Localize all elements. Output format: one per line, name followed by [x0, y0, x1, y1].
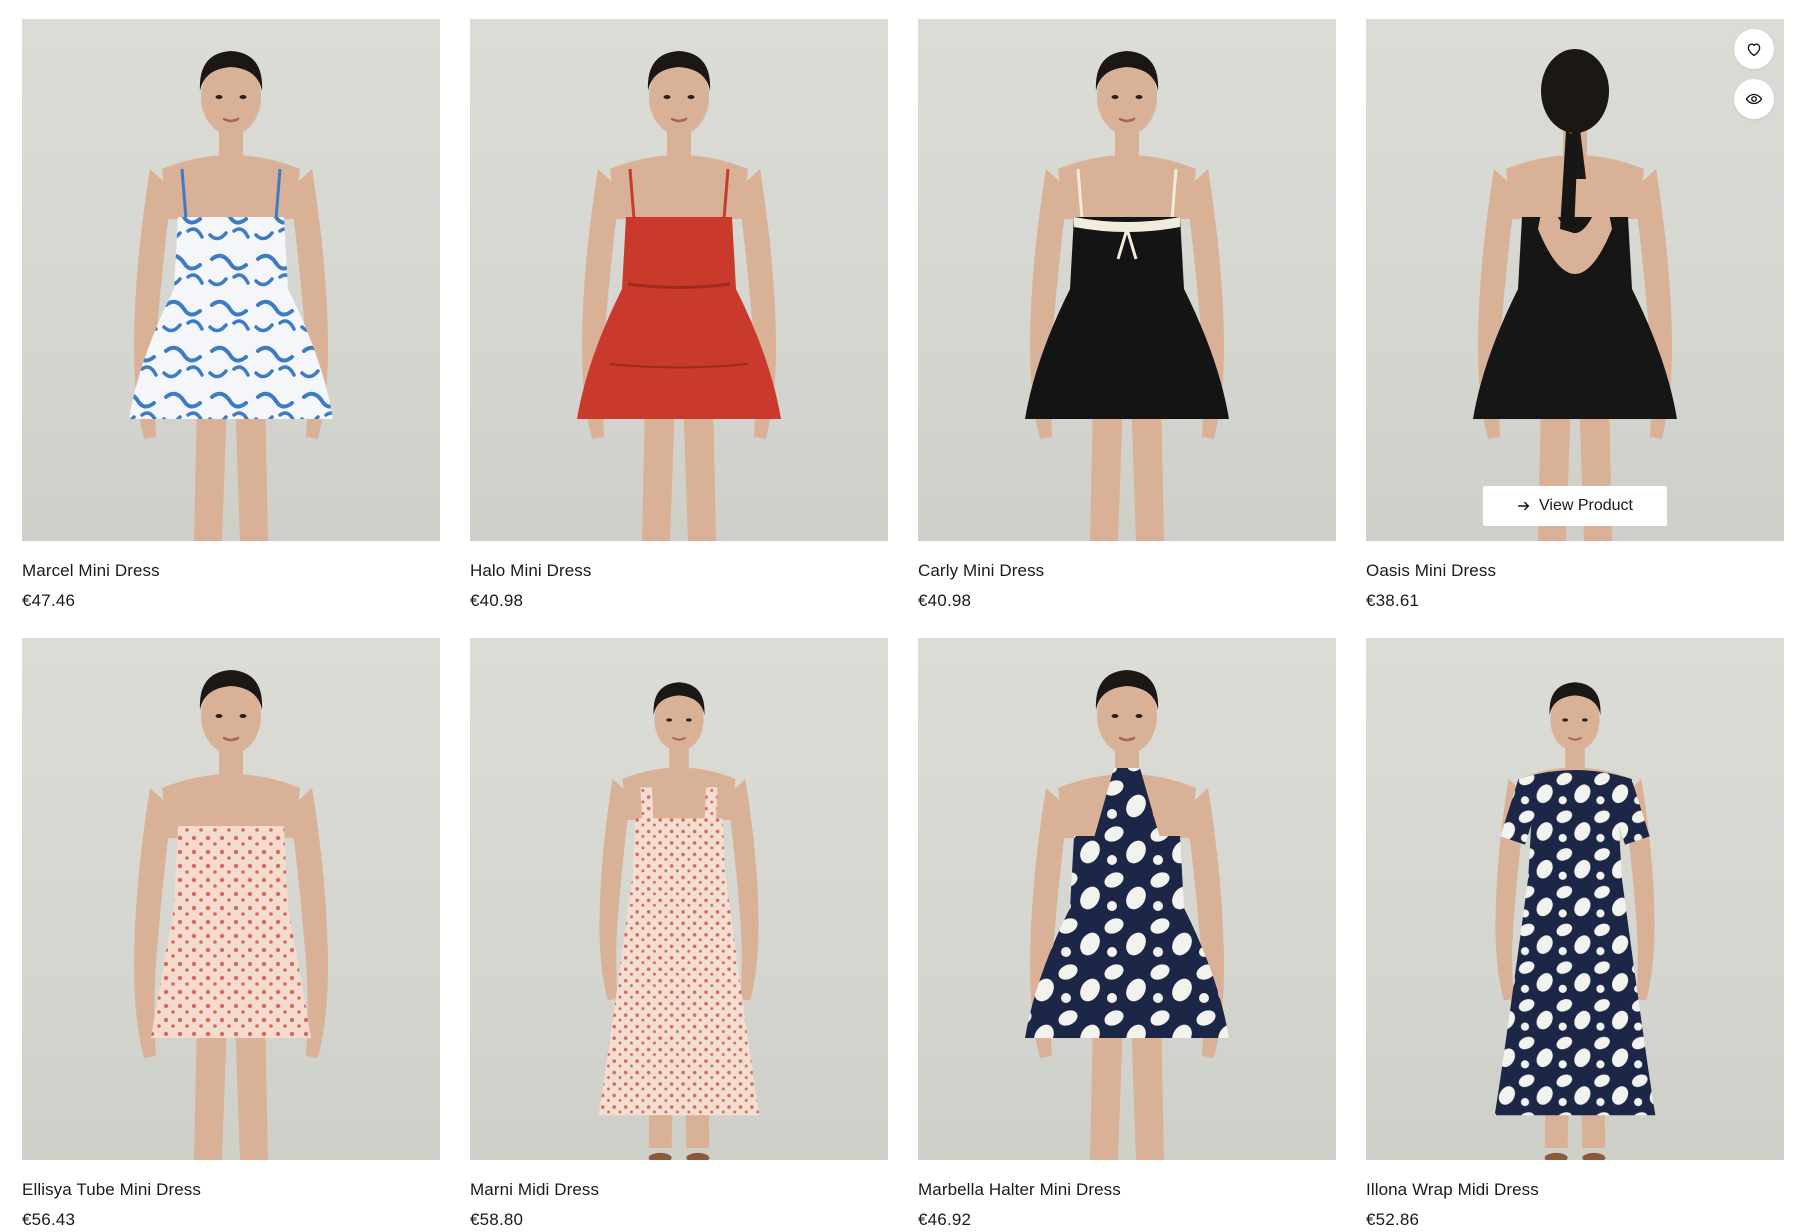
product-card[interactable]: Carly Mini Dress €40.98 [918, 19, 1336, 610]
product-image[interactable] [22, 638, 440, 1160]
model-illustration [1025, 51, 1229, 541]
product-image[interactable] [22, 19, 440, 541]
product-name[interactable]: Carly Mini Dress [918, 561, 1044, 581]
product-price: €46.92 [918, 1210, 972, 1229]
product-image[interactable]: View Product [1366, 19, 1784, 541]
product-name[interactable]: Illona Wrap Midi Dress [1366, 1180, 1539, 1200]
product-price: €56.43 [22, 1210, 76, 1229]
product-card[interactable]: Marbella Halter Mini Dress €46.92 [918, 638, 1336, 1229]
product-image[interactable] [918, 638, 1336, 1160]
model-illustration [577, 51, 781, 541]
quick-view-button[interactable] [1734, 79, 1774, 119]
heart-icon [1747, 43, 1761, 57]
product-name[interactable]: Halo Mini Dress [470, 561, 591, 581]
product-image[interactable] [918, 19, 1336, 541]
product-image[interactable] [470, 19, 888, 541]
product-price: €40.98 [918, 591, 972, 610]
eye-icon [1745, 93, 1763, 105]
product-price: €52.86 [1366, 1210, 1420, 1229]
product-price: €47.46 [22, 591, 76, 610]
product-card-hovered[interactable]: View Product Oasis Mini Dress €38.61 [1366, 19, 1784, 610]
product-card[interactable]: Ellisya Tube Mini Dress €56.43 [22, 638, 440, 1229]
product-name[interactable]: Marcel Mini Dress [22, 561, 160, 581]
view-product-button[interactable]: View Product [1483, 486, 1667, 526]
wishlist-button[interactable] [1734, 29, 1774, 69]
view-product-label: View Product [1539, 497, 1633, 514]
product-name[interactable]: Marbella Halter Mini Dress [918, 1180, 1121, 1200]
product-name[interactable]: Oasis Mini Dress [1366, 561, 1496, 581]
product-card[interactable]: Marni Midi Dress €58.80 [470, 638, 888, 1229]
product-name[interactable]: Ellisya Tube Mini Dress [22, 1180, 201, 1200]
model-illustration [598, 682, 760, 1160]
product-card[interactable]: Marcel Mini Dress €47.46 [22, 19, 440, 610]
arrow-right-icon [1518, 501, 1530, 511]
product-price: €58.80 [470, 1210, 524, 1229]
product-name[interactable]: Marni Midi Dress [470, 1180, 599, 1200]
model-illustration [129, 51, 333, 541]
product-image[interactable] [1366, 638, 1784, 1160]
model-illustration [134, 670, 328, 1160]
product-price: €40.98 [470, 591, 524, 610]
product-card[interactable]: Illona Wrap Midi Dress €52.86 [1366, 638, 1784, 1229]
product-image[interactable] [470, 638, 888, 1160]
model-illustration [1473, 49, 1677, 541]
model-illustration [1494, 682, 1656, 1160]
model-illustration [1025, 670, 1229, 1160]
product-price: €38.61 [1366, 591, 1420, 610]
product-card[interactable]: Halo Mini Dress €40.98 [470, 19, 888, 610]
